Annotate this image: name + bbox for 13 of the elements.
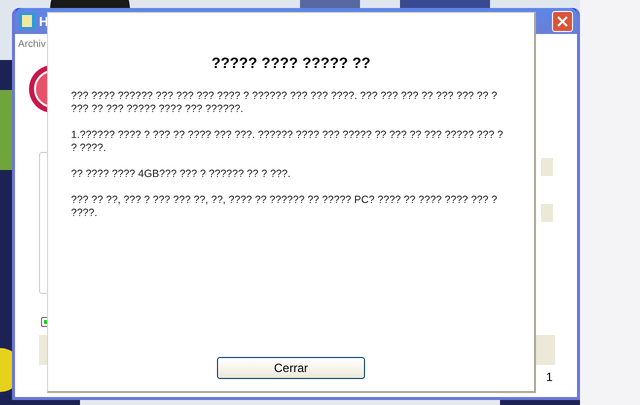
panel: [541, 204, 553, 222]
status-text: 1: [546, 370, 553, 384]
paragraph: ??? ???? ?????? ??? ??? ??? ???? ? ?????? ??? ??? ????. ??? ??? ??? ?? ??? ??? ?? ? ??? ?? ??? ????? ???? ??? ??????.: [71, 90, 498, 116]
paragraph: 1.?????? ???? ? ??? ?? ???? ??? ???. ?????? ???? ??? ????? ?? ??? ?? ??? ????? ??? ? ? ????.: [71, 129, 504, 155]
panel: [541, 158, 553, 176]
paragraph: ?? ???? ???? 4GB??? ??? ? ?????? ?? ? ???.: [71, 168, 292, 181]
paragraph: ??? ?? ??, ??? ? ??? ??? ??, ??, ???? ?? ?????? ?? ????? PC? ???? ?? ???? ???? ??? ? ????.: [71, 194, 498, 220]
menu-item[interactable]: Archiv: [15, 35, 49, 54]
app-icon: [19, 13, 35, 29]
close-button[interactable]: [552, 10, 573, 32]
close-icon: [557, 16, 568, 26]
dialog-title: ????? ???? ????? ??: [211, 55, 371, 72]
close-button[interactable]: Cerrar: [217, 357, 365, 379]
